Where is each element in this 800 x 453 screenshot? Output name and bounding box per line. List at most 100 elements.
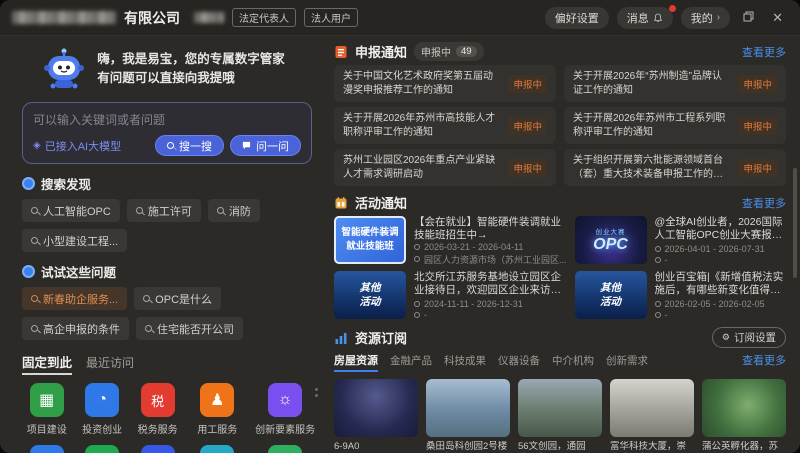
notice-status-badge: 申报中 [738,75,777,93]
discover-chip[interactable]: 施工许可 [127,199,201,222]
activity-card[interactable]: 创业大赛 OPC @全球AI创业者，2026国际人工智能OPC创业大赛报名通道开… [575,216,786,265]
tab-innovation-needs[interactable]: 创新需求 [606,353,648,368]
notice-title: 苏州工业园区2026年重点产业紧缺人才需求调研启动 [343,154,501,180]
company-suffix: 有限公司 [124,8,180,28]
question-chip[interactable]: 住宅能否开公司 [136,317,243,340]
resource-card[interactable]: 蒲公英孵化器，苏州国际科技园五期，... [702,379,786,453]
resource-label: 6-9A0 [334,441,418,453]
resource-photo [610,379,694,437]
legal-representative-badge: 法定代表人 [232,8,296,27]
app-item-affairs[interactable]: ▣办事服务 [75,445,128,453]
preferences-button[interactable]: 偏好设置 [545,7,609,29]
tab-instruments[interactable]: 仪器设备 [498,353,540,368]
activity-thumbnail: 创业大赛 OPC [575,216,647,264]
search-button[interactable]: 搜一搜 [155,135,224,156]
app-tabs: 固定到此 最近访问 [22,352,314,375]
messages-button[interactable]: 消息 [617,7,673,29]
resource-card[interactable]: 6-9A0 [334,379,418,453]
notice-status-badge: 申报中 [738,159,777,177]
search-icon [145,325,152,332]
activity-location: - [655,255,786,265]
left-scroll-indicator[interactable] [315,388,318,397]
activities-grid: 智能硬件装调 就业技能班 【会在就业】智能硬件装调就业技能班招生中→ 2026-… [334,216,786,320]
assistant-search-box[interactable]: 可以输入关键词或者问题 ◈ 已接入AI大模型 搜一搜 问一问 [22,102,312,164]
app-item-invest[interactable]: ◔投资创业 [75,383,128,436]
app-item-employment[interactable]: ♟用工服务 [186,383,248,436]
search-icon [31,237,38,244]
notice-card[interactable]: 苏州工业园区2026年重点产业紧缺人才需求调研启动申报中 [334,149,556,186]
app-item-idream[interactable]: iDream"iDream"圆梦... [250,445,320,453]
clock-icon [414,244,420,250]
app-window: 有限公司 法定代表人 法人用户 偏好设置 消息 我的 › ✕ [0,0,800,453]
search-icon [217,207,224,214]
assistant-panel: 嗨，我是易宝，您的专属数字管家 有问题可以直接向我提哦 可以输入关键词或者问题 … [0,36,322,453]
activities-section-header: 活动通知 查看更多 [334,193,786,212]
activity-card[interactable]: 智能硬件装调 就业技能班 【会在就业】智能硬件装调就业技能班招生中→ 2026-… [334,216,567,265]
notice-card[interactable]: 关于组织开展第六批能源领域首台（套）重大技术装备申报工作的通知申报中 [564,149,786,186]
search-box-footer: ◈ 已接入AI大模型 搜一搜 问一问 [33,135,301,156]
declare-grid: 关于中国文化艺术政府奖第五届动漫奖申报推荐工作的通知申报中 关于开展2026年“… [334,65,786,186]
ask-button[interactable]: 问一问 [230,135,301,156]
resource-cards: 6-9A0 桑田岛科创园2号楼409室 56文创园，通园路，办公，95-1800… [334,379,786,453]
tab-intermediaries[interactable]: 中介机构 [552,353,594,368]
notice-title: 关于中国文化艺术政府奖第五届动漫奖申报推荐工作的通知 [343,70,501,96]
declare-status-pill[interactable]: 申报中 49 [414,42,484,61]
activity-card[interactable]: 其他活动 创业百宝箱|《新增值税法实施后，有哪些新变化值得关注》 2026-02… [575,271,786,320]
declare-more-link[interactable]: 查看更多 [742,44,786,60]
declare-section-header: 申报通知 申报中 49 查看更多 [334,42,786,61]
notice-card[interactable]: 关于开展2026年苏州市工程系列职称评审工作的通知申报中 [564,107,786,144]
resource-card[interactable]: 56文创园，通园路，办公，95-1800㎡ [518,379,602,453]
discover-icon [22,177,35,190]
restore-window-icon[interactable] [738,10,759,25]
notice-card[interactable]: 关于开展2026年苏州市高技能人才职称评审工作的通知申报中 [334,107,556,144]
activity-location: 园区人力资源市场（苏州工业园区... [414,253,567,265]
bell-icon [653,13,663,23]
affairs-service-icon: ▣ [85,445,119,453]
search-icon [167,142,174,149]
activities-more-link[interactable]: 查看更多 [742,195,786,211]
activity-thumbnail: 智能硬件装调 就业技能班 [334,216,406,264]
tab-recent[interactable]: 最近访问 [86,354,134,371]
notice-title: 关于开展2026年苏州市高技能人才职称评审工作的通知 [343,112,501,138]
app-item-rd-share[interactable]: ✎研发资源共享 [186,445,248,453]
greeting-text: 嗨，我是易宝，您的专属数字管家 有问题可以直接向我提哦 [97,50,285,89]
discover-chip[interactable]: 小型建设工程... [22,229,127,252]
search-input[interactable]: 可以输入关键词或者问题 [33,111,301,128]
app-item-headquarters[interactable]: ▥总部企业 [131,445,184,453]
app-item-tax[interactable]: 税税务服务 [131,383,184,436]
question-chip-highlighted[interactable]: 新春助企服务... [22,287,127,310]
my-menu-button[interactable]: 我的 › [681,7,730,29]
activity-title: 【会在就业】智能硬件装调就业技能班招生中→ [414,216,567,240]
question-chip[interactable]: 高企申报的条件 [22,317,129,340]
notice-status-badge: 申报中 [508,159,547,177]
close-window-icon[interactable]: ✕ [767,10,788,26]
resources-more-link[interactable]: 查看更多 [742,352,786,368]
question-chip[interactable]: OPC是什么 [134,287,221,310]
tab-tech-achievements[interactable]: 科技成果 [444,353,486,368]
resource-card[interactable]: 桑田岛科创园2号楼409室 [426,379,510,453]
resource-photo [426,379,510,437]
activity-location: - [655,310,786,320]
subscription-settings-button[interactable]: ⚙ 订阅设置 [712,327,786,348]
notice-card[interactable]: 关于中国文化艺术政府奖第五届动漫奖申报推荐工作的通知申报中 [334,65,556,102]
resource-tabs: 房屋资源 金融产品 科技成果 仪器设备 中介机构 创新需求 查看更多 [334,352,786,372]
titlebar: 有限公司 法定代表人 法人用户 偏好设置 消息 我的 › ✕ [0,0,800,36]
right-scrollbar[interactable] [793,168,797,278]
tab-housing[interactable]: 房屋资源 [334,352,378,372]
activity-date: 2026-03-21 - 2026-04-11 [414,242,567,251]
activity-card[interactable]: 其他活动 北交所江苏服务基地设立园区企业接待日，欢迎园区企业来访来询！ 2024… [334,271,567,320]
notice-card[interactable]: 关于开展2026年“苏州制造”品牌认证工作的通知申报中 [564,65,786,102]
notice-panel: 申报通知 申报中 49 查看更多 关于中国文化艺术政府奖第五届动漫奖申报推荐工作… [322,36,800,453]
resource-card[interactable]: 富华科技大厦，崇文路，办公，1340㎡ [610,379,694,453]
tab-pinned[interactable]: 固定到此 [22,352,72,375]
user-name-redacted [194,12,224,23]
app-item-carrier[interactable]: ▤载体资源 [20,445,73,453]
resources-section-title: 资源订阅 [355,328,407,347]
resource-photo [702,379,786,437]
app-item-innovation[interactable]: ☼创新要素服务 [250,383,320,436]
app-item-project[interactable]: ▦项目建设 [20,383,73,436]
discover-chip[interactable]: 消防 [208,199,260,222]
tab-finance[interactable]: 金融产品 [390,353,432,368]
notice-status-badge: 申报中 [738,117,777,135]
discover-chip[interactable]: 人工智能OPC [22,199,120,222]
